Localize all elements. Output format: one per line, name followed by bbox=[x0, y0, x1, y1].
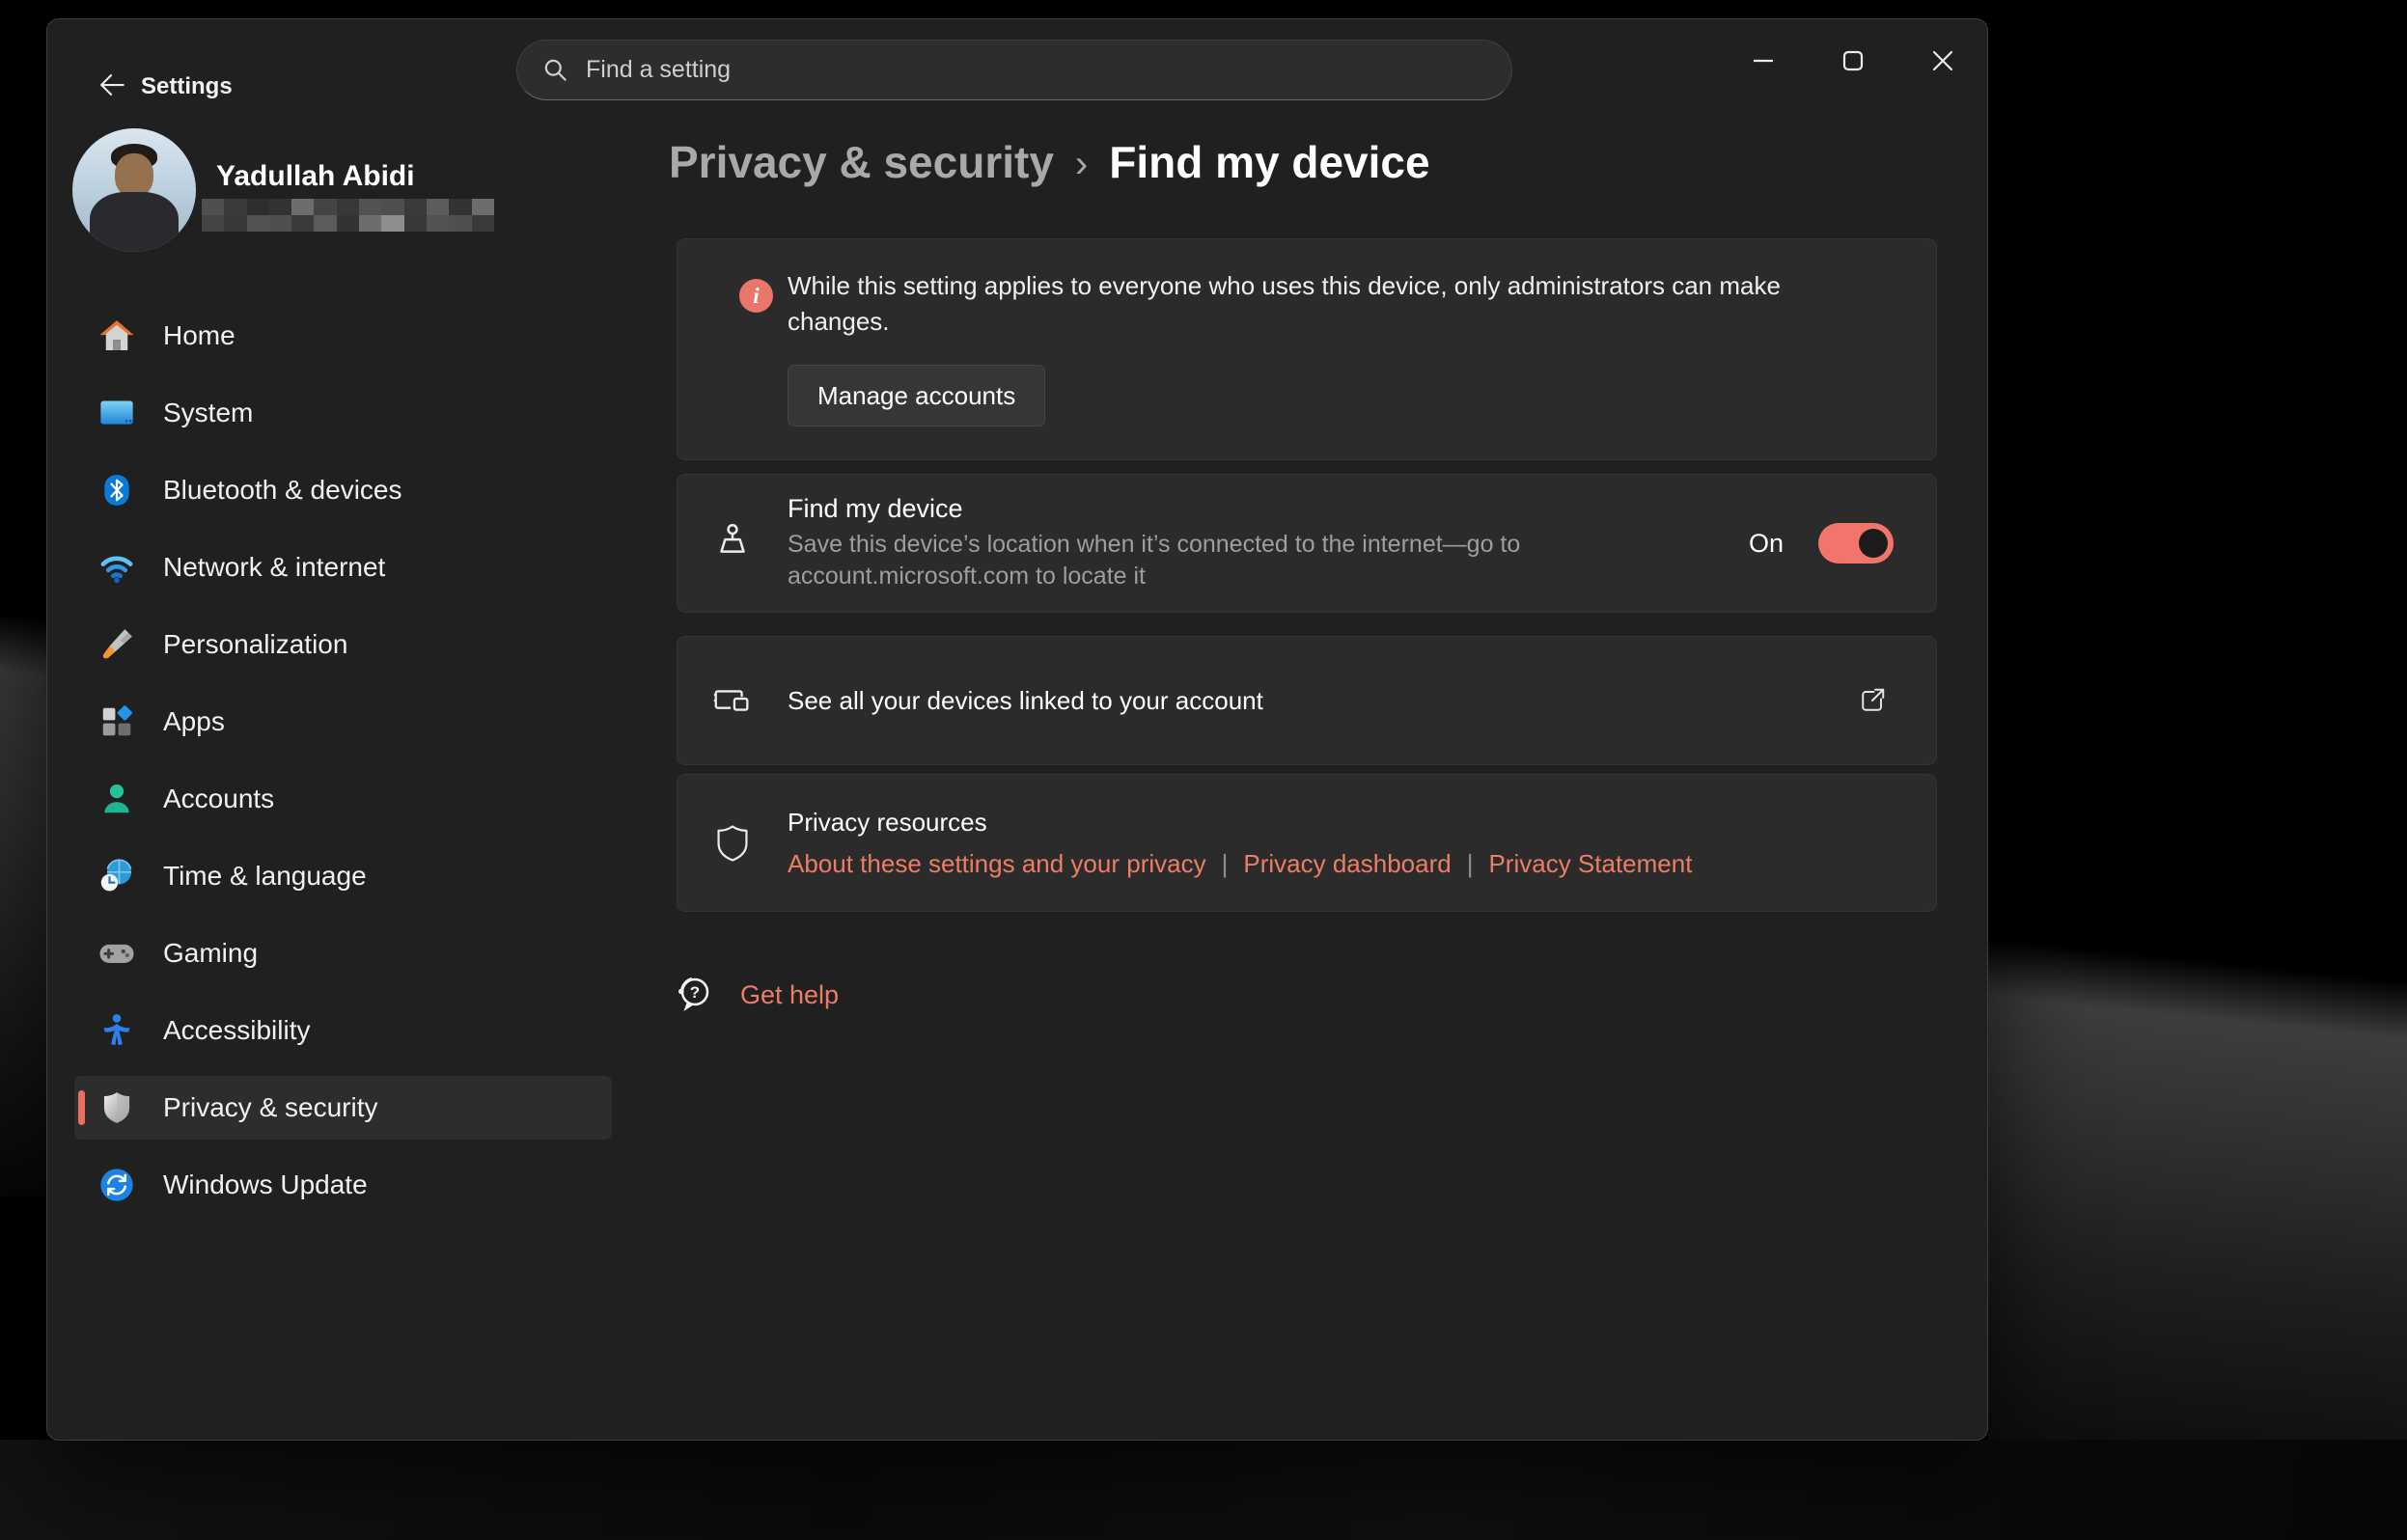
external-link-icon bbox=[1855, 683, 1890, 718]
linked-devices-row[interactable]: See all your devices linked to your acco… bbox=[677, 636, 1937, 765]
get-help-icon: ? bbox=[669, 972, 715, 1018]
info-icon: i bbox=[739, 279, 773, 313]
accounts-icon bbox=[96, 778, 138, 820]
sidebar-item-bluetooth-devices[interactable]: Bluetooth & devices bbox=[74, 458, 612, 522]
sidebar-item-label: Personalization bbox=[163, 629, 347, 660]
settings-window: Settings Yadullah Abidi Home bbox=[46, 18, 1988, 1441]
sidebar-item-label: Windows Update bbox=[163, 1169, 368, 1200]
maximize-icon bbox=[1840, 48, 1866, 73]
personalization-icon bbox=[96, 623, 138, 666]
maximize-button[interactable] bbox=[1808, 19, 1897, 102]
bluetooth-icon bbox=[96, 469, 138, 511]
linked-devices-icon bbox=[678, 678, 788, 723]
breadcrumb: Privacy & security › Find my device bbox=[669, 136, 1430, 188]
find-my-device-card: Find my device Save this device’s locati… bbox=[677, 474, 1937, 613]
sidebar-item-gaming[interactable]: Gaming bbox=[74, 921, 612, 985]
system-icon bbox=[96, 392, 138, 434]
sidebar-item-network-internet[interactable]: Network & internet bbox=[74, 536, 612, 599]
linked-devices-label: See all your devices linked to your acco… bbox=[788, 686, 1263, 716]
toggle-knob bbox=[1859, 529, 1888, 558]
breadcrumb-parent[interactable]: Privacy & security bbox=[669, 136, 1054, 188]
sidebar-item-label: Bluetooth & devices bbox=[163, 475, 402, 506]
search-input[interactable] bbox=[586, 56, 1486, 84]
sidebar-item-label: Home bbox=[163, 320, 235, 351]
sidebar-item-accounts[interactable]: Accounts bbox=[74, 767, 612, 831]
gaming-icon bbox=[96, 932, 138, 975]
link-privacy-statement[interactable]: Privacy Statement bbox=[1488, 849, 1692, 879]
breadcrumb-chevron-icon: › bbox=[1075, 139, 1088, 186]
accessibility-icon bbox=[96, 1009, 138, 1052]
user-name: Yadullah Abidi bbox=[216, 160, 415, 193]
shield-outline-icon bbox=[678, 821, 788, 866]
sidebar-item-accessibility[interactable]: Accessibility bbox=[74, 999, 612, 1062]
windows-update-icon bbox=[96, 1164, 138, 1206]
apps-icon bbox=[96, 701, 138, 743]
link-about-settings-privacy[interactable]: About these settings and your privacy bbox=[788, 849, 1206, 879]
sidebar-item-label: Accessibility bbox=[163, 1015, 310, 1046]
sidebar-item-label: Gaming bbox=[163, 938, 258, 969]
get-help-row: ? Get help bbox=[669, 972, 1937, 1018]
resources-links: About these settings and your privacy | … bbox=[788, 849, 1692, 879]
get-help-link[interactable]: Get help bbox=[740, 980, 839, 1010]
back-button[interactable] bbox=[82, 58, 140, 116]
admin-notice-card: i While this setting applies to everyone… bbox=[677, 238, 1937, 460]
sidebar-item-privacy-security[interactable]: Privacy & security bbox=[74, 1076, 612, 1140]
find-my-device-icon bbox=[678, 521, 788, 565]
back-arrow-icon bbox=[95, 69, 127, 106]
minimize-button[interactable] bbox=[1718, 19, 1808, 102]
sidebar-item-label: Network & internet bbox=[163, 552, 385, 583]
admin-notice-text: While this setting applies to everyone w… bbox=[788, 268, 1868, 340]
minimize-icon bbox=[1751, 48, 1776, 73]
sidebar-item-system[interactable]: System bbox=[74, 381, 612, 445]
resources-title: Privacy resources bbox=[788, 808, 1692, 838]
content-area: i While this setting applies to everyone… bbox=[677, 238, 1937, 1018]
wallpaper-left-shape bbox=[0, 618, 46, 1196]
search-icon bbox=[542, 57, 568, 83]
svg-text:?: ? bbox=[690, 983, 700, 1002]
sidebar-nav: Home System Bluetooth & devices Network … bbox=[74, 304, 612, 1230]
manage-accounts-button[interactable]: Manage accounts bbox=[788, 365, 1045, 426]
network-icon bbox=[96, 546, 138, 589]
time-language-icon bbox=[96, 855, 138, 897]
sidebar-item-time-language[interactable]: Time & language bbox=[74, 844, 612, 908]
privacy-security-icon bbox=[96, 1086, 138, 1129]
wallpaper-bottom-shape bbox=[0, 1440, 2407, 1540]
sidebar-item-windows-update[interactable]: Windows Update bbox=[74, 1153, 612, 1217]
search-box[interactable] bbox=[516, 40, 1512, 100]
find-my-device-toggle[interactable] bbox=[1818, 523, 1894, 564]
redacted-email bbox=[202, 199, 494, 232]
setting-description: Save this device’s location when it’s co… bbox=[788, 529, 1560, 592]
close-icon bbox=[1930, 48, 1955, 73]
toggle-state-label: On bbox=[1749, 529, 1784, 559]
sidebar-item-label: Privacy & security bbox=[163, 1092, 378, 1123]
window-controls bbox=[1718, 19, 1987, 102]
desktop: { "titlebar": { "app_title": "Settings",… bbox=[0, 0, 2407, 1540]
close-button[interactable] bbox=[1897, 19, 1987, 102]
page-title: Find my device bbox=[1109, 136, 1429, 188]
app-title: Settings bbox=[141, 58, 233, 116]
setting-title: Find my device bbox=[788, 494, 1560, 524]
wallpaper-right-shape bbox=[1988, 849, 2407, 1540]
avatar bbox=[72, 128, 196, 252]
selected-indicator bbox=[78, 1090, 85, 1125]
privacy-resources-card: Privacy resources About these settings a… bbox=[677, 774, 1937, 912]
home-icon bbox=[96, 315, 138, 357]
sidebar-item-label: Accounts bbox=[163, 784, 274, 814]
sidebar-item-label: Apps bbox=[163, 706, 225, 737]
sidebar-item-personalization[interactable]: Personalization bbox=[74, 613, 612, 676]
sidebar-item-label: Time & language bbox=[163, 861, 367, 892]
sidebar-item-home[interactable]: Home bbox=[74, 304, 612, 368]
sidebar-item-label: System bbox=[163, 398, 253, 428]
link-privacy-dashboard[interactable]: Privacy dashboard bbox=[1243, 849, 1451, 879]
sidebar-item-apps[interactable]: Apps bbox=[74, 690, 612, 754]
